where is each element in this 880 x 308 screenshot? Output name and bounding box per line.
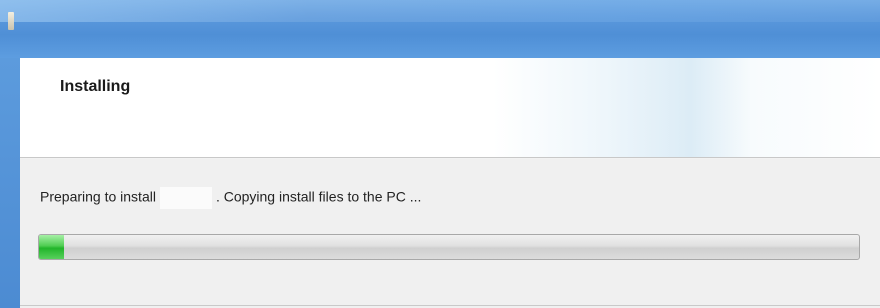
status-text: Preparing to install . Copying install fi… [40,187,421,209]
installer-content: Preparing to install . Copying install fi… [20,159,880,308]
footer-divider [20,305,880,306]
install-progress-bar [38,234,860,260]
redacted-product-name [159,187,212,209]
page-title: Installing [60,78,131,95]
title-bar[interactable] [0,0,880,58]
app-icon [8,12,14,30]
status-prefix: Preparing to install [40,188,156,205]
progress-fill [39,235,64,259]
installer-client-area: Installing Preparing to install . Copying… [20,58,880,308]
window-frame-left [0,58,20,308]
header-banner: Installing [20,58,880,158]
installer-window: Installing Preparing to install . Copying… [0,0,880,308]
status-suffix: . Copying install files to the PC ... [215,188,422,205]
